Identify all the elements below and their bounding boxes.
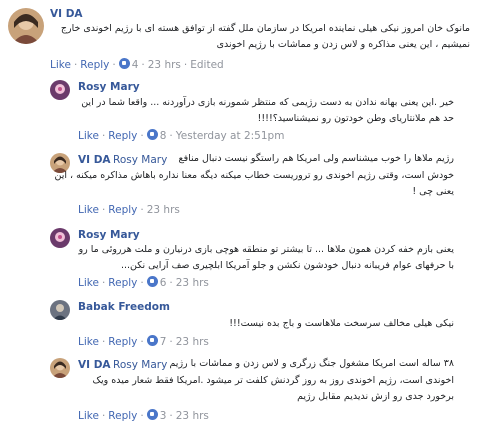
like-reaction-icon[interactable]: [146, 335, 158, 346]
avatar[interactable]: [50, 300, 70, 320]
reply-comment: Rosy Mary خیر .این یعنی بهانه ندادن به د…: [0, 75, 480, 145]
comment-author[interactable]: Rosy Mary: [78, 229, 140, 241]
comment-actions: Like · Reply · 3 · 23 hrs: [78, 409, 209, 422]
comment-text-line: رژیم ملاها را خوب میشناسم ولی امریکا هم …: [178, 153, 454, 164]
reply-button[interactable]: Reply: [108, 410, 137, 422]
comment-author[interactable]: VI DA: [78, 359, 111, 371]
comment-text-line: اخوندی است، رژیم اخوندی روز به روز گردنش…: [92, 375, 455, 386]
like-count[interactable]: 6: [160, 277, 167, 289]
comment-time[interactable]: 23 hrs: [176, 410, 209, 422]
comment-actions: Like · Reply · 23 hrs: [78, 204, 180, 216]
comment-text-line: یعنی بازم خفه کردن همون ملاها ... تا بیش…: [78, 244, 454, 255]
comment-actions: Like · Reply · 6 · 23 hrs: [78, 276, 209, 289]
reply-comment: VI DA Rosy Mary ۳۸ ساله است امریکا مشغول…: [0, 350, 480, 433]
like-reaction-icon[interactable]: [146, 129, 158, 140]
reply-button[interactable]: Reply: [108, 336, 137, 348]
comment-time[interactable]: 23 hrs: [176, 336, 209, 348]
comment-author[interactable]: Babak Freedom: [78, 301, 170, 313]
comment: VI DA مانوک خان امروز نیکی هیلی نماینده …: [0, 0, 480, 75]
comment-text-line: خودش است، وقتی رژیم اخوندی رو تروریست خط…: [54, 170, 454, 181]
like-count[interactable]: 8: [160, 130, 167, 142]
comment-text-line: برخورد جدی رو ازش ندیدیم مقابل رژیم: [297, 391, 454, 402]
comment-text-line: نمیشیم ، این یعنی مذاکره و لاس زدن و مما…: [216, 39, 470, 50]
like-button[interactable]: Like: [78, 277, 99, 289]
comment-author[interactable]: VI DA: [78, 154, 111, 166]
like-button[interactable]: Like: [78, 130, 99, 142]
reply-button[interactable]: Reply: [108, 277, 137, 289]
avatar[interactable]: [50, 358, 70, 378]
avatar[interactable]: [8, 8, 44, 44]
like-count[interactable]: 4: [132, 59, 139, 71]
like-button[interactable]: Like: [78, 204, 99, 216]
comment-text-line: حد هم ملانتاریای وطن خودتون رو نمیشناسید…: [257, 113, 454, 124]
mention-link[interactable]: Rosy Mary: [113, 359, 167, 371]
comment-actions: Like · Reply · 8 · Yesterday at 2:51pm: [78, 129, 285, 142]
like-reaction-icon[interactable]: [118, 58, 130, 69]
comment-text-line: خیر .این یعنی بهانه ندادن به دست رژیمی ک…: [81, 97, 454, 108]
comment-time[interactable]: 23 hrs: [148, 59, 181, 71]
comment-author[interactable]: VI DA: [50, 8, 83, 20]
like-button[interactable]: Like: [50, 59, 71, 71]
comment-text-line: با حرفهای عوام فریبانه دنبال خودشون نکشن…: [120, 260, 454, 271]
comment-author[interactable]: Rosy Mary: [78, 81, 140, 93]
reply-button[interactable]: Reply: [80, 59, 109, 71]
reply-button[interactable]: Reply: [108, 130, 137, 142]
avatar[interactable]: [50, 80, 70, 100]
comment-text-line: یعنی چی !: [412, 186, 454, 197]
like-reaction-icon[interactable]: [146, 409, 158, 420]
like-reaction-icon[interactable]: [146, 276, 158, 287]
reply-comment: VI DA Rosy Mary رژیم ملاها را خوب میشناس…: [0, 145, 480, 220]
like-count[interactable]: 7: [160, 336, 167, 348]
like-button[interactable]: Like: [78, 410, 99, 422]
avatar[interactable]: [50, 228, 70, 248]
like-count[interactable]: 3: [160, 410, 167, 422]
comment-time[interactable]: 23 hrs: [147, 204, 180, 216]
comment-text-line: مانوک خان امروز نیکی هیلی نماینده امریکا…: [60, 23, 470, 34]
comment-time[interactable]: Yesterday at 2:51pm: [176, 130, 285, 142]
edited-label[interactable]: Edited: [190, 59, 223, 71]
comment-actions: Like · Reply · 4 · 23 hrs · Edited: [50, 58, 224, 71]
comment-time[interactable]: 23 hrs: [176, 277, 209, 289]
mention-link[interactable]: Rosy Mary: [113, 154, 167, 166]
comment-actions: Like · Reply · 7 · 23 hrs: [78, 335, 209, 348]
reply-comment: Babak Freedom نیکی هیلی مخالف سرسخت ملاه…: [0, 295, 480, 350]
reply-comment: Rosy Mary یعنی بازم خفه کردن همون ملاها …: [0, 220, 480, 292]
comment-text-line: نیکی هیلی مخالف سرسخت ملاهاست و باج بده …: [229, 318, 454, 329]
comment-text-line: ۳۸ ساله است امریکا مشغول جنگ زرگری و لاس…: [169, 358, 454, 369]
like-button[interactable]: Like: [78, 336, 99, 348]
reply-button[interactable]: Reply: [108, 204, 137, 216]
